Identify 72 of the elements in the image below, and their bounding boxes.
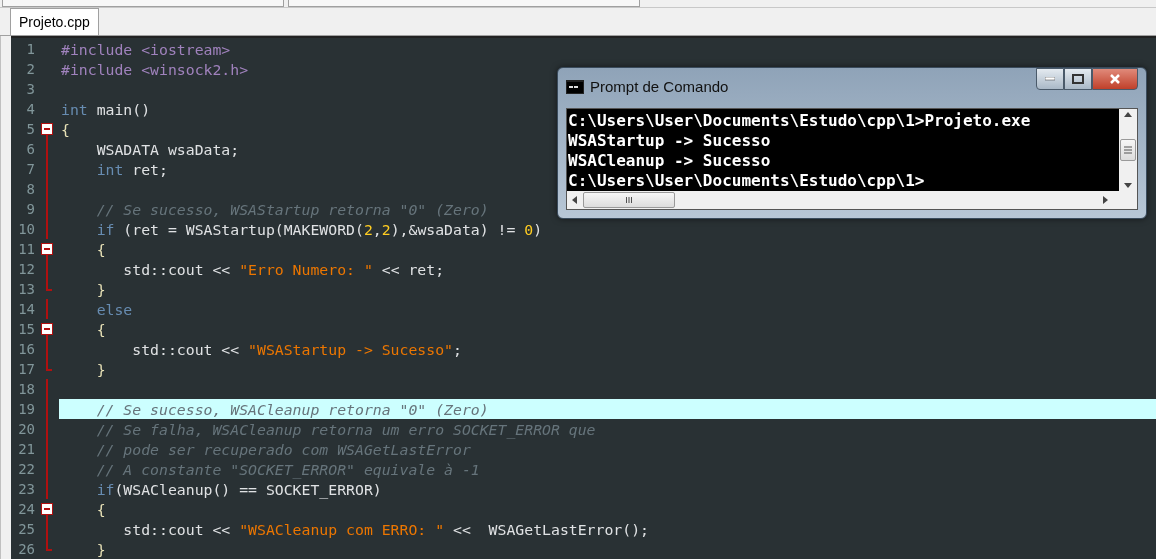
line-number: 25: [17, 521, 35, 537]
scroll-down-icon[interactable]: [1124, 183, 1132, 189]
line-number: 11: [17, 241, 35, 257]
console-line: WSACleanup -> Sucesso: [568, 151, 772, 171]
code-line: // Se sucesso, WSACleanup retorna "0" (Zero): [95, 400, 489, 418]
console-icon: [566, 80, 584, 94]
code-line: #include <iostream>: [61, 40, 231, 58]
scroll-right-icon[interactable]: [1103, 196, 1109, 204]
file-tab[interactable]: Projeto.cpp: [10, 8, 99, 35]
line-number: 15: [17, 321, 35, 337]
code-line: else: [95, 300, 133, 318]
line-number: 8: [25, 181, 35, 197]
code-line: std::cout << "Erro Numero: " << ret;: [122, 260, 445, 278]
line-number: 17: [17, 361, 35, 377]
fold-toggle[interactable]: [41, 323, 53, 335]
line-number: 6: [25, 141, 35, 157]
line-number: 22: [17, 461, 35, 477]
line-number: 20: [17, 421, 35, 437]
code-line: {: [95, 240, 106, 258]
close-icon: [1109, 73, 1121, 85]
line-number: 18: [17, 381, 35, 397]
line-number: 14: [17, 301, 35, 317]
code-line: int main(): [61, 100, 151, 118]
code-line: // pode ser recuperado com WSAGetLastError: [95, 440, 471, 458]
code-line: // A constante "SOCKET_ERROR" equivale à -1: [95, 460, 480, 478]
scroll-left-icon[interactable]: [571, 196, 577, 204]
line-number: 12: [17, 261, 35, 277]
code-line: if(WSACleanup() == SOCKET_ERROR): [95, 480, 382, 498]
code-line: #include <winsock2.h>: [61, 60, 249, 78]
minimize-icon: [1045, 77, 1055, 81]
line-number: 5: [25, 121, 35, 137]
code-line: }: [95, 540, 106, 558]
line-number: 19: [17, 401, 35, 417]
fold-toggle[interactable]: [41, 243, 53, 255]
line-number: 24: [17, 501, 35, 517]
fold-toggle[interactable]: [41, 503, 53, 515]
minimize-button[interactable]: [1036, 68, 1064, 90]
code-line: int ret;: [95, 160, 168, 178]
console-line: WSAStartup -> Sucesso: [568, 131, 772, 151]
line-number: 1: [25, 41, 35, 57]
scroll-thumb[interactable]: [1120, 139, 1136, 161]
line-number: 2: [25, 61, 35, 77]
scroll-up-icon[interactable]: [1124, 111, 1132, 117]
line-number: 7: [25, 161, 35, 177]
line-number: 21: [17, 441, 35, 457]
code-line: WSADATA wsaData;: [95, 140, 240, 158]
maximize-icon: [1072, 74, 1084, 84]
line-number: 13: [17, 281, 35, 297]
code-line: {: [95, 320, 106, 338]
code-line: }: [95, 360, 106, 378]
line-number: 26: [17, 541, 35, 557]
line-number: 16: [17, 341, 35, 357]
scroll-thumb[interactable]: III: [583, 192, 675, 208]
close-button[interactable]: [1092, 68, 1138, 90]
code-line: }: [95, 280, 106, 298]
code-line: // Se falha, WSACleanup retorna um erro SOCKET_ERROR que: [95, 420, 596, 438]
window-title: Prompt de Comando: [590, 78, 729, 95]
line-number: 4: [25, 101, 35, 117]
line-number: 3: [25, 81, 35, 97]
fold-toggle[interactable]: [41, 123, 53, 135]
code-line: if (ret = WSAStartup(MAKEWORD(2,2),&wsaData) != 0): [95, 220, 543, 238]
code-line: std::cout << "WSACleanup com ERRO: " << WSAGetLastError();: [122, 520, 649, 538]
code-line: {: [95, 500, 106, 518]
console-line: C:\Users\User\Documents\Estudo\cpp\1>Projeto.exe: [568, 111, 1032, 131]
code-line: std::cout << "WSAStartup -> Sucesso";: [131, 340, 462, 358]
console-line: C:\Users\User\Documents\Estudo\cpp\1>: [568, 171, 926, 191]
code-line: {: [61, 120, 70, 138]
line-number: 9: [25, 201, 35, 217]
line-number: 23: [17, 481, 35, 497]
line-number: 10: [17, 221, 35, 237]
code-line: // Se sucesso, WSAStartup retorna "0" (Zero): [95, 200, 489, 218]
maximize-button[interactable]: [1064, 68, 1092, 90]
